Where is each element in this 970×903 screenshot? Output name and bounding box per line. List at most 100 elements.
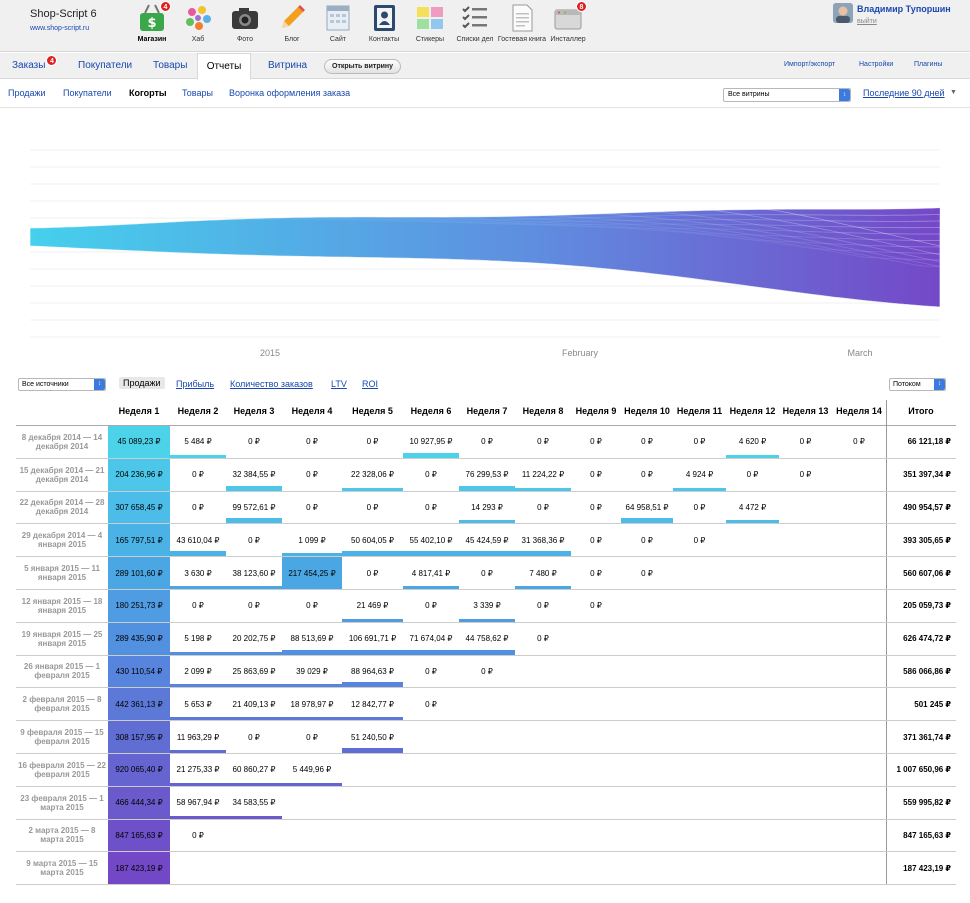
main-tabs: Заказы 4 Покупатели Товары Отчеты Витрина Отк… bbox=[0, 53, 970, 80]
tab-storefront[interactable]: Витрина bbox=[264, 53, 311, 79]
metric-profit[interactable]: Прибыль bbox=[176, 379, 214, 389]
table-row: 23 февраля 2015 — 1 марта 2015 466 444,34… bbox=[16, 786, 956, 820]
tab-label: Товары bbox=[153, 60, 188, 71]
cohort-cell: 0 ₽ bbox=[621, 524, 673, 556]
cohort-cell-value: 21 409,13 ₽ bbox=[232, 699, 276, 709]
cohort-table-header: Неделя 1 Неделя 2 Неделя 3 Неделя 4 Неделя 5… bbox=[16, 400, 956, 426]
metric-ltv[interactable]: LTV bbox=[331, 379, 347, 389]
cohort-cell-value: 0 ₽ bbox=[425, 601, 437, 611]
cohort-cell-bar bbox=[342, 747, 403, 753]
tab-products[interactable]: Товары bbox=[149, 53, 191, 79]
app-photos[interactable]: Фото bbox=[220, 2, 270, 44]
tab-reports[interactable]: Отчеты bbox=[197, 53, 251, 80]
open-store-button[interactable]: Открыть витрину bbox=[324, 59, 402, 74]
source-select[interactable]: Все источники ↕ bbox=[18, 378, 106, 391]
cohort-cell: 0 ₽ bbox=[342, 426, 403, 458]
subnav-sales[interactable]: Продажи bbox=[8, 88, 46, 98]
metric-order-count[interactable]: Количество заказов bbox=[230, 379, 313, 389]
cohort-cell-bar bbox=[726, 520, 779, 524]
mode-select[interactable]: Потоком ↕ bbox=[889, 378, 946, 391]
metric-sales[interactable]: Продажи bbox=[119, 377, 165, 389]
cohort-cell: 847 165,63 ₽ bbox=[108, 819, 170, 852]
subnav-customers[interactable]: Покупатели bbox=[63, 88, 112, 98]
app-bar: Shop-Script 6 www.shop-script.ru $4 Магаз… bbox=[0, 0, 970, 52]
table-row: 19 января 2015 — 25 января 2015 289 435,9… bbox=[16, 622, 956, 656]
cohort-cell-value: 0 ₽ bbox=[192, 830, 204, 840]
app-label: Сайт bbox=[329, 36, 347, 43]
app-site[interactable]: Сайт bbox=[313, 2, 363, 44]
cohort-cell: 0 ₽ bbox=[571, 492, 621, 524]
cohort-cell-value: 38 123,60 ₽ bbox=[232, 568, 276, 578]
col-header-week-9: Неделя 9 bbox=[575, 406, 617, 416]
cohort-label: 22 декабря 2014 — 28 декабря 2014 bbox=[19, 498, 105, 517]
cohort-cell: 0 ₽ bbox=[779, 459, 832, 491]
subnav-cohorts[interactable]: Когорты bbox=[129, 88, 167, 98]
cohort-cell: 32 384,55 ₽ bbox=[226, 459, 282, 491]
cohort-cell: 43 610,04 ₽ bbox=[170, 524, 226, 557]
app-contacts[interactable]: Контакты bbox=[359, 2, 409, 44]
tab-customers[interactable]: Покупатели bbox=[74, 53, 136, 79]
cohort-cell-bar bbox=[282, 649, 342, 655]
cohort-cell-value: 5 484 ₽ bbox=[184, 437, 212, 447]
cohort-cell: 0 ₽ bbox=[282, 590, 342, 622]
cohort-cell-value: 2 099 ₽ bbox=[184, 666, 212, 676]
app-installer[interactable]: 8 Инсталлер bbox=[543, 1, 593, 44]
period-select[interactable]: Последние 90 дней bbox=[863, 88, 945, 98]
cohort-cell-bar bbox=[342, 551, 403, 557]
cohort-cell: 22 328,06 ₽ bbox=[342, 459, 403, 491]
metric-roi[interactable]: ROI bbox=[362, 379, 378, 389]
cohort-cell-bar bbox=[515, 585, 571, 589]
cohort-label: 16 февраля 2015 — 22 февраля 2015 bbox=[18, 760, 106, 779]
col-header-week-14: Неделя 14 bbox=[836, 406, 882, 416]
cohort-cell-value: 18 978,97 ₽ bbox=[290, 699, 334, 709]
plugins-link[interactable]: Плагины bbox=[914, 61, 942, 68]
app-hub[interactable]: Хаб bbox=[173, 2, 223, 44]
cohort-total: 847 165,63 ₽ bbox=[886, 819, 956, 852]
cohort-cell: 0 ₽ bbox=[403, 688, 459, 720]
cohort-cell: 1 099 ₽ bbox=[282, 524, 342, 557]
cohort-total: 205 059,73 ₽ bbox=[886, 589, 956, 622]
col-header-week-7: Неделя 7 bbox=[466, 406, 508, 416]
chevron-down-icon[interactable]: ▼ bbox=[950, 89, 957, 96]
cohort-cell-bar bbox=[342, 717, 403, 721]
cohort-cell-bar bbox=[342, 682, 403, 688]
logout-link[interactable]: выйти bbox=[857, 18, 877, 25]
cohort-cell: 187 423,19 ₽ bbox=[108, 852, 170, 885]
user-name[interactable]: Владимир Тупоршин bbox=[857, 4, 951, 14]
chart-x-axis: 2015 February March bbox=[260, 348, 873, 358]
shop-basket-icon: $4 bbox=[136, 1, 171, 34]
cohort-cell-value: 12 842,77 ₽ bbox=[351, 699, 394, 709]
brand-url-link[interactable]: www.shop-script.ru bbox=[30, 25, 97, 32]
user-menu[interactable]: Владимир Тупоршин выйти bbox=[833, 3, 970, 29]
app-blog[interactable]: Блог bbox=[267, 2, 317, 44]
cohort-cell-value: 289 435,90 ₽ bbox=[115, 634, 163, 644]
cohort-label: 5 января 2015 — 11 января 2015 bbox=[24, 564, 100, 583]
cohort-cell: 31 368,36 ₽ bbox=[515, 524, 571, 557]
cohort-cell: 10 927,95 ₽ bbox=[403, 426, 459, 458]
cohort-total: 393 305,65 ₽ bbox=[886, 524, 956, 557]
app-stickies[interactable]: Стикеры bbox=[405, 2, 455, 44]
cohort-cell-value: 0 ₽ bbox=[425, 666, 437, 676]
cohort-cell: 0 ₽ bbox=[515, 590, 571, 622]
cohort-cell: 442 361,13 ₽ bbox=[108, 688, 170, 721]
import-export-link[interactable]: Импорт/экспорт bbox=[784, 61, 835, 68]
settings-link[interactable]: Настройки bbox=[859, 61, 893, 68]
cohort-cell: 21 409,13 ₽ bbox=[226, 688, 282, 721]
cohort-cell: 7 480 ₽ bbox=[515, 557, 571, 589]
subnav-products[interactable]: Товары bbox=[182, 88, 213, 98]
cohort-cell: 0 ₽ bbox=[282, 426, 342, 458]
cohort-cell: 38 123,60 ₽ bbox=[226, 557, 282, 589]
avatar[interactable] bbox=[833, 3, 853, 23]
select-arrows-icon: ↕ bbox=[934, 379, 945, 390]
app-checklists[interactable]: Списки дел bbox=[450, 2, 500, 44]
app-shop[interactable]: $4 Магазин bbox=[127, 1, 177, 44]
tab-label: Покупатели bbox=[78, 60, 133, 71]
cohort-cell-value: 308 157,95 ₽ bbox=[115, 732, 163, 742]
subnav-checkout-funnel[interactable]: Воронка оформления заказа bbox=[229, 88, 350, 98]
cohort-label: 19 января 2015 — 25 января 2015 bbox=[21, 629, 103, 648]
tab-orders[interactable]: Заказы 4 bbox=[8, 53, 58, 79]
storefront-select[interactable]: Все витрины ↕ bbox=[723, 88, 851, 102]
cohort-cell: 0 ₽ bbox=[621, 459, 673, 491]
app-guestbook[interactable]: Гостевая книга bbox=[497, 2, 547, 44]
cohort-cell: 5 484 ₽ bbox=[170, 426, 226, 458]
